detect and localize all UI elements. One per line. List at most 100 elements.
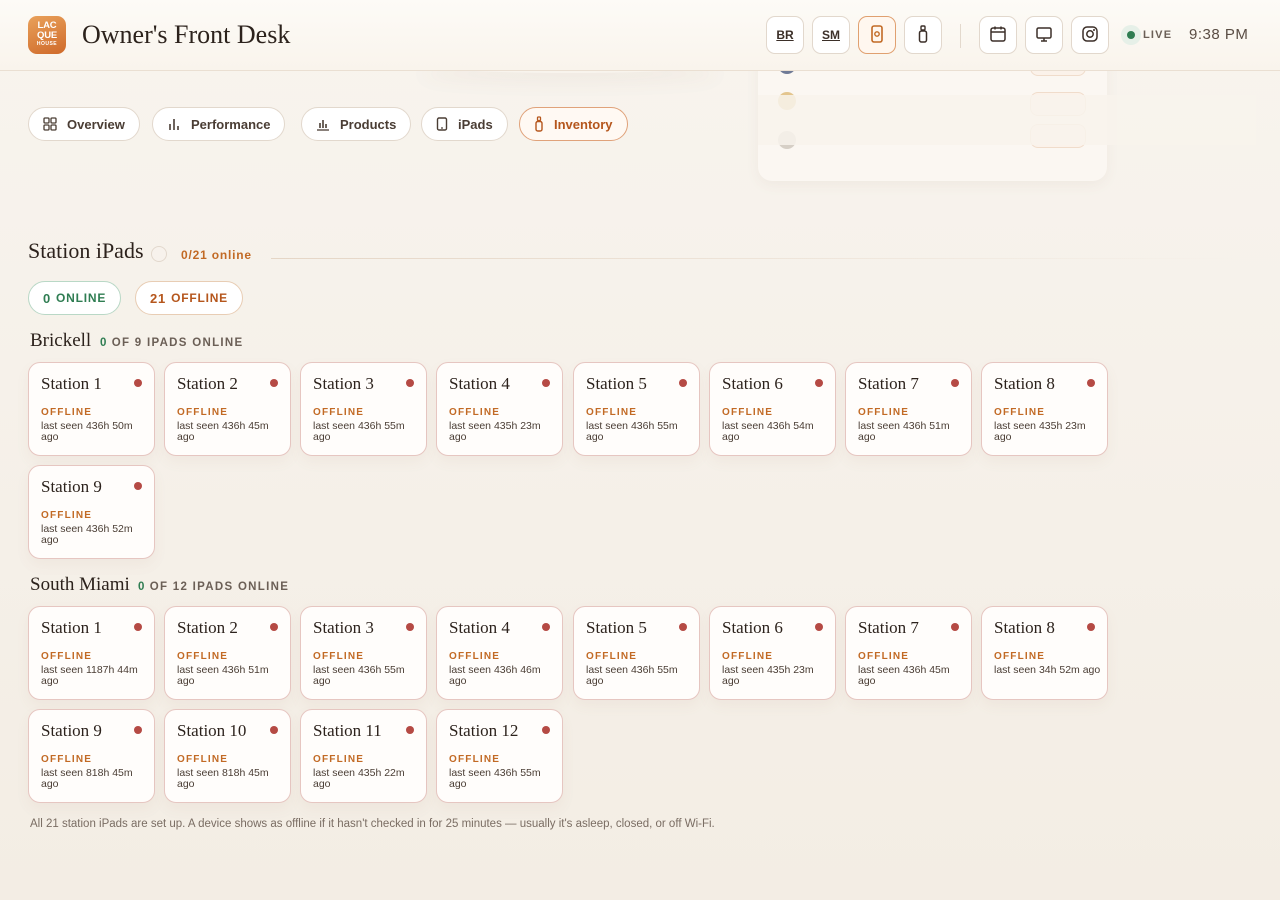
last-seen: last seen 436h 55m ago [313,664,405,687]
offline-status-dot [815,379,823,387]
offline-status-dot [542,623,550,631]
column-chart-icon [316,117,330,131]
instagram-button[interactable] [1071,16,1109,54]
offline-status-dot [270,623,278,631]
station-card[interactable]: Station 6 OFFLINE last seen 436h 54m ago [709,362,836,456]
last-seen: last seen 818h 45m ago [177,767,269,790]
station-card[interactable]: Station 1 OFFLINE last seen 1187h 44m ago [28,606,155,700]
station-card[interactable]: Station 1 OFFLINE last seen 436h 50m ago [28,362,155,456]
filter-offline-count: 21 [150,290,167,306]
inventory-button[interactable] [904,16,942,54]
brand-logo[interactable]: LAC QUE HOUSE [28,16,66,54]
station-status: OFFLINE [41,651,93,662]
station-name: Station 6 [722,618,783,637]
station-name: Station 3 [313,618,374,637]
filter-online-button[interactable]: 0 ONLINE [28,281,122,315]
station-name: Station 1 [41,374,102,393]
station-status: OFFLINE [722,407,774,418]
last-seen: last seen 436h 52m ago [41,523,133,546]
station-card[interactable]: Station 5 OFFLINE last seen 436h 55m ago [573,362,700,456]
offline-status-dot [679,379,687,387]
tab-inventory[interactable]: Inventory [519,107,628,141]
station-name: Station 6 [722,374,783,393]
tab-label: Inventory [554,116,613,132]
station-name: Station 5 [586,374,647,393]
station-card[interactable]: Station 2 OFFLINE last seen 436h 45m ago [164,362,291,456]
station-card[interactable]: Station 11 OFFLINE last seen 435h 22m ago [300,709,427,803]
station-card[interactable]: Station 9 OFFLINE last seen 436h 52m ago [28,465,155,559]
station-status: OFFLINE [313,407,365,418]
last-seen: last seen 435h 23m ago [722,664,814,687]
tablet-icon [436,117,448,131]
filter-offline-button[interactable]: 21 OFFLINE [135,281,243,315]
station-name: Station 4 [449,374,510,393]
last-seen: last seen 436h 45m ago [177,420,269,443]
location-south-miami-button[interactable]: SM [812,16,850,54]
station-status: OFFLINE [586,407,638,418]
station-card[interactable]: Station 8 OFFLINE last seen 435h 23m ago [981,362,1108,456]
station-card[interactable]: Station 4 OFFLINE last seen 435h 23m ago [436,362,563,456]
station-status: OFFLINE [41,754,93,765]
clock: 9:38 PM [1189,26,1249,43]
station-name: Station 11 [313,721,382,740]
station-name: Station 12 [449,721,519,740]
station-card[interactable]: Station 2 OFFLINE last seen 436h 51m ago [164,606,291,700]
display-button[interactable] [1025,16,1063,54]
station-status: OFFLINE [313,651,365,662]
station-card[interactable]: Station 3 OFFLINE last seen 436h 55m ago [300,606,427,700]
station-card[interactable]: Station 12 OFFLINE last seen 436h 55m ago [436,709,563,803]
calendar-button[interactable] [979,16,1017,54]
app-title: Owner's Front Desk [82,20,291,49]
last-seen: last seen 435h 23m ago [449,420,541,443]
station-card[interactable]: Station 4 OFFLINE last seen 436h 46m ago [436,606,563,700]
tab-products[interactable]: Products [301,107,412,141]
tab-label: Overview [67,116,125,132]
last-seen: last seen 435h 23m ago [994,420,1086,443]
section-online-count: 0/21 online [181,248,252,262]
online-count: 0 [100,337,108,349]
offline-status-dot [406,379,414,387]
station-status: OFFLINE [41,510,93,521]
last-seen: last seen 436h 55m ago [313,420,405,443]
station-card[interactable]: Station 7 OFFLINE last seen 436h 51m ago [845,362,972,456]
live-dot-ring [1121,25,1141,45]
location-brickell-button[interactable]: BR [766,16,804,54]
station-card[interactable]: Station 9 OFFLINE last seen 818h 45m ago [28,709,155,803]
station-status: OFFLINE [722,651,774,662]
station-status: OFFLINE [177,407,229,418]
last-seen: last seen 436h 51m ago [858,420,950,443]
offline-status-dot [134,379,142,387]
filter-online-label: ONLINE [56,291,107,305]
offline-status-dot [679,623,687,631]
last-seen: last seen 436h 55m ago [586,420,678,443]
location-online-summary: 0 OF 9 IPADS ONLINE [100,337,244,349]
tab-overview[interactable]: Overview [28,107,140,141]
offline-status-dot [270,379,278,387]
offline-status-dot [134,623,142,631]
station-card[interactable]: Station 10 OFFLINE last seen 818h 45m ago [164,709,291,803]
station-status: OFFLINE [858,651,910,662]
tab-ipads[interactable]: iPads [421,107,508,141]
live-indicator: LIVE [1121,25,1172,45]
offline-status-dot [815,623,823,631]
tab-performance[interactable]: Performance [152,107,286,141]
live-label: LIVE [1143,29,1173,41]
header-divider [960,24,961,48]
location-title-brickell: Brickell [30,330,92,351]
station-card[interactable]: Station 6 OFFLINE last seen 435h 23m ago [709,606,836,700]
station-card[interactable]: Station 8 OFFLINE last seen 34h 52m ago [981,606,1108,700]
ipad-status-button[interactable] [858,16,896,54]
section-title: Station iPads [28,238,144,263]
last-seen: last seen 436h 46m ago [449,664,541,687]
station-name: Station 2 [177,374,238,393]
footnote: All 21 station iPads are set up. A devic… [30,818,715,830]
station-card[interactable]: Station 5 OFFLINE last seen 436h 55m ago [573,606,700,700]
last-seen: last seen 436h 55m ago [449,767,541,790]
location-title-south-miami: South Miami [30,574,130,595]
station-card[interactable]: Station 7 OFFLINE last seen 436h 45m ago [845,606,972,700]
station-card[interactable]: Station 3 OFFLINE last seen 436h 55m ago [300,362,427,456]
station-name: Station 5 [586,618,647,637]
station-name: Station 10 [177,721,247,740]
last-seen: last seen 436h 51m ago [177,664,269,687]
station-name: Station 8 [994,618,1055,637]
